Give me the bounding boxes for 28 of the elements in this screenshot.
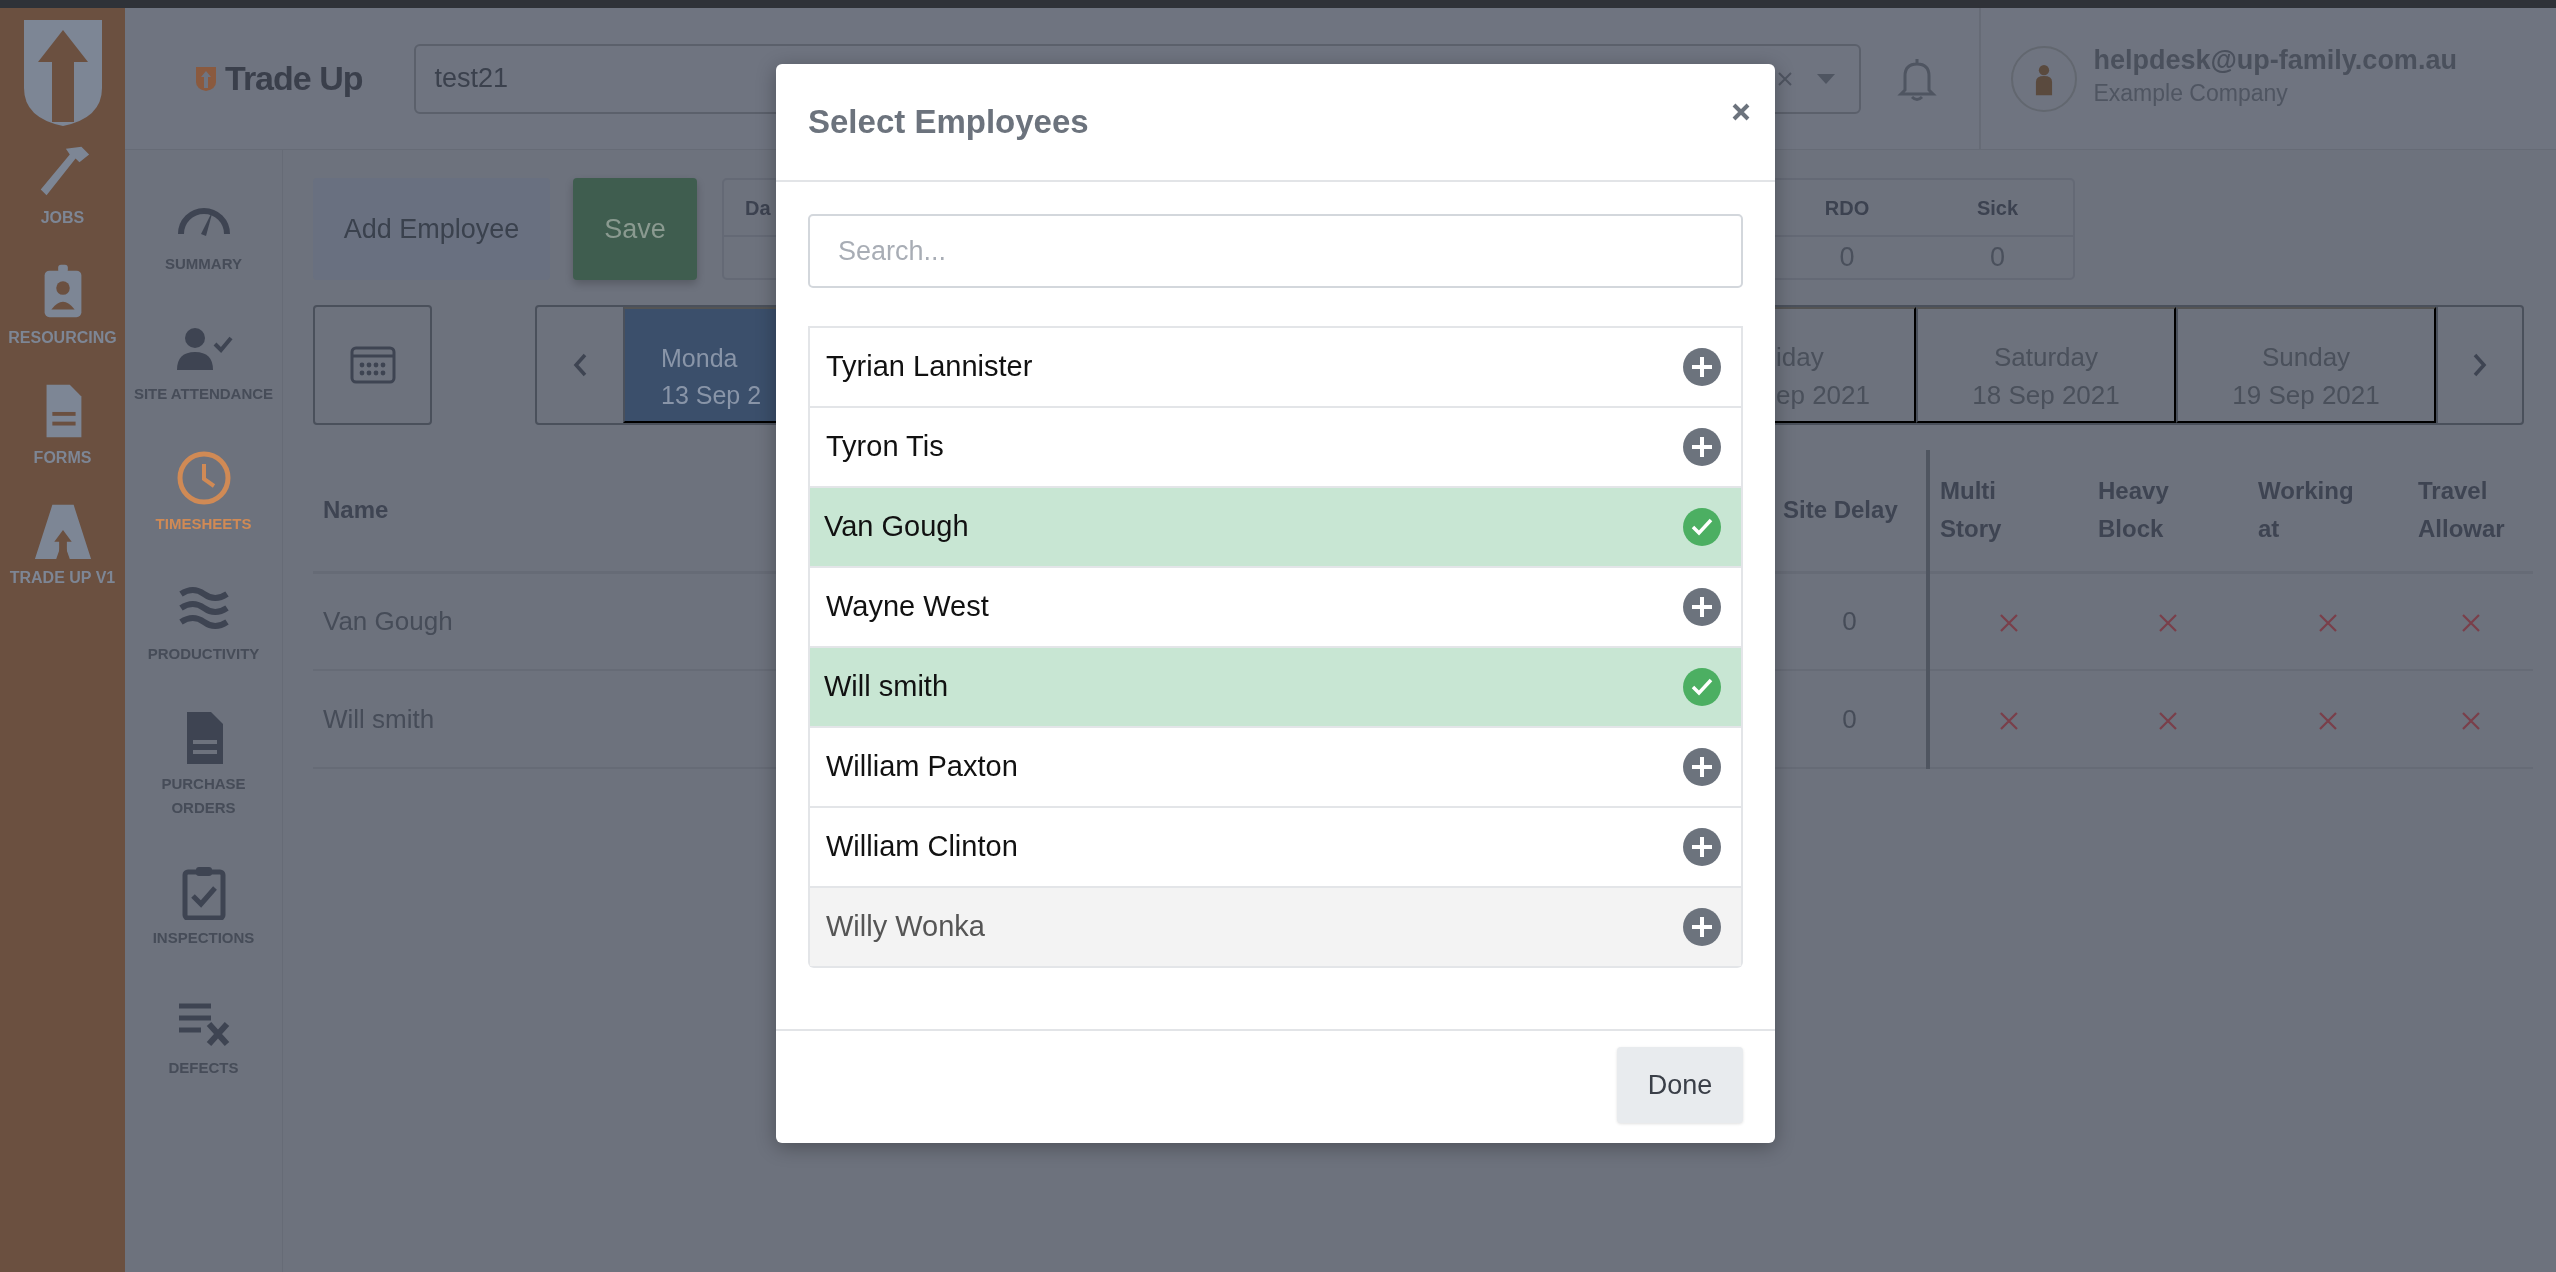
done-button[interactable]: Done (1617, 1047, 1743, 1123)
employee-list-item[interactable]: Van Gough (810, 486, 1741, 566)
sidebar-link[interactable]: TRADE UP V1 (9, 566, 116, 590)
close-icon (1731, 102, 1751, 122)
clear-icon[interactable] (1777, 70, 1794, 87)
save-button[interactable]: Save (573, 178, 697, 280)
search-field[interactable]: Search... (808, 214, 1743, 288)
caret-icon[interactable] (1817, 73, 1836, 84)
plus-circle-icon (1683, 428, 1721, 466)
plus-circle-icon (1683, 748, 1721, 786)
chevron-left-icon (573, 353, 587, 377)
shield-logo-icon (21, 18, 104, 128)
plus-circle-icon (1683, 828, 1721, 866)
calendar-button[interactable] (313, 305, 432, 425)
sidebar-tab[interactable]: TIMESHEETS (155, 512, 252, 536)
shield-logo-icon (195, 65, 217, 92)
plus-circle-icon (1683, 908, 1721, 946)
plus-circle-icon (1683, 348, 1721, 386)
check-circle-icon (1683, 668, 1721, 706)
check-circle-icon (1683, 508, 1721, 546)
plus-circle-icon (1683, 588, 1721, 626)
sidebar-link[interactable]: RESOURCING (8, 326, 117, 350)
chevron-right-icon (2473, 353, 2487, 377)
employee-list-item[interactable]: Willy Wonka (810, 886, 1741, 966)
sidebar-link[interactable]: JOBS (40, 206, 85, 230)
calendar-icon (349, 346, 396, 384)
employee-list-item[interactable]: Will smith (810, 646, 1741, 726)
sidebar-link[interactable]: FORMS (33, 446, 92, 470)
